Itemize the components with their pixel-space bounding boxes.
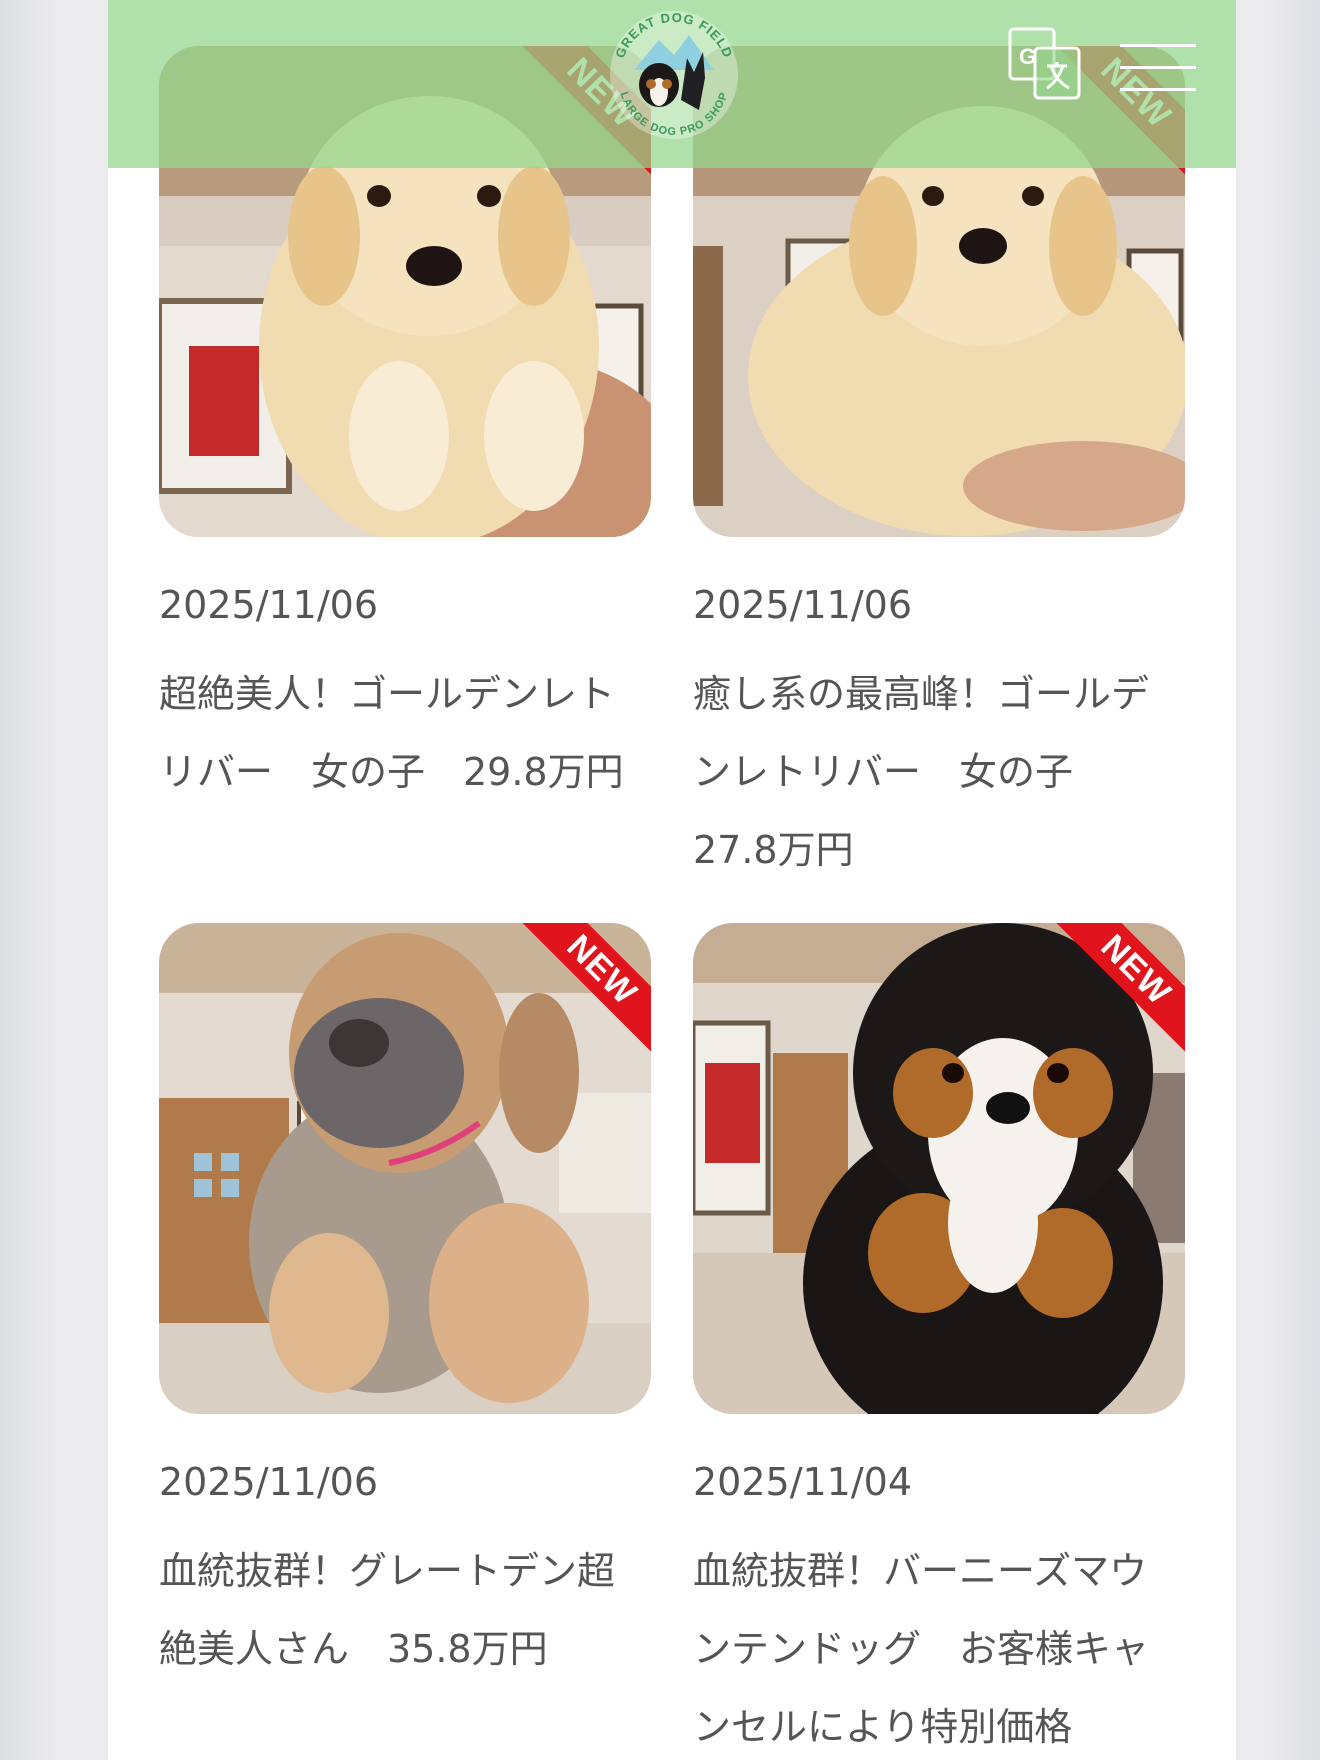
post-list: NEW 2025/11/06 超絶美人！ゴールデンレトリバー 女の子 29.8万… [108,0,1236,1760]
post-thumbnail[interactable]: NEW [693,923,1185,1414]
post-title[interactable]: 血統抜群！グレートデン超絶美人さん 35.8万円 [159,1532,651,1688]
svg-text:G: G [1019,44,1036,69]
post-date: 2025/11/06 [159,583,379,627]
site-logo[interactable]: GREAT DOG FIELD LARGE DOG PRO SHOP [599,0,749,150]
post-date: 2025/11/04 [693,1460,913,1504]
puppy-photo-bernese [693,923,1185,1414]
puppy-photo-great-dane [159,923,651,1414]
post-title[interactable]: 超絶美人！ゴールデンレトリバー 女の子 29.8万円 [159,655,651,811]
google-translate-icon[interactable]: G [1007,26,1083,102]
post-date: 2025/11/06 [693,583,913,627]
logo-icon: GREAT DOG FIELD LARGE DOG PRO SHOP [610,10,738,139]
post-card[interactable]: NEW 2025/11/06 血統抜群！グレートデン超絶美人さん 35.8万円 [159,923,651,1688]
hamburger-menu-icon[interactable] [1120,44,1196,92]
post-card[interactable]: NEW 2025/11/04 血統抜群！バーニーズマウンテンドッグ お客様キャン… [693,923,1185,1760]
post-thumbnail[interactable]: NEW [159,923,651,1414]
site-header: GREAT DOG FIELD LARGE DOG PRO SHOP G [108,0,1236,168]
post-date: 2025/11/06 [159,1460,379,1504]
post-title[interactable]: 癒し系の最高峰！ゴールデンレトリバー 女の子 27.8万円 [693,655,1185,889]
post-card[interactable]: NEW 2025/11/06 癒し系の最高峰！ゴールデンレトリバー 女の子 27… [693,46,1185,889]
post-title[interactable]: 血統抜群！バーニーズマウンテンドッグ お客様キャンセルにより特別価格 [693,1532,1185,1760]
